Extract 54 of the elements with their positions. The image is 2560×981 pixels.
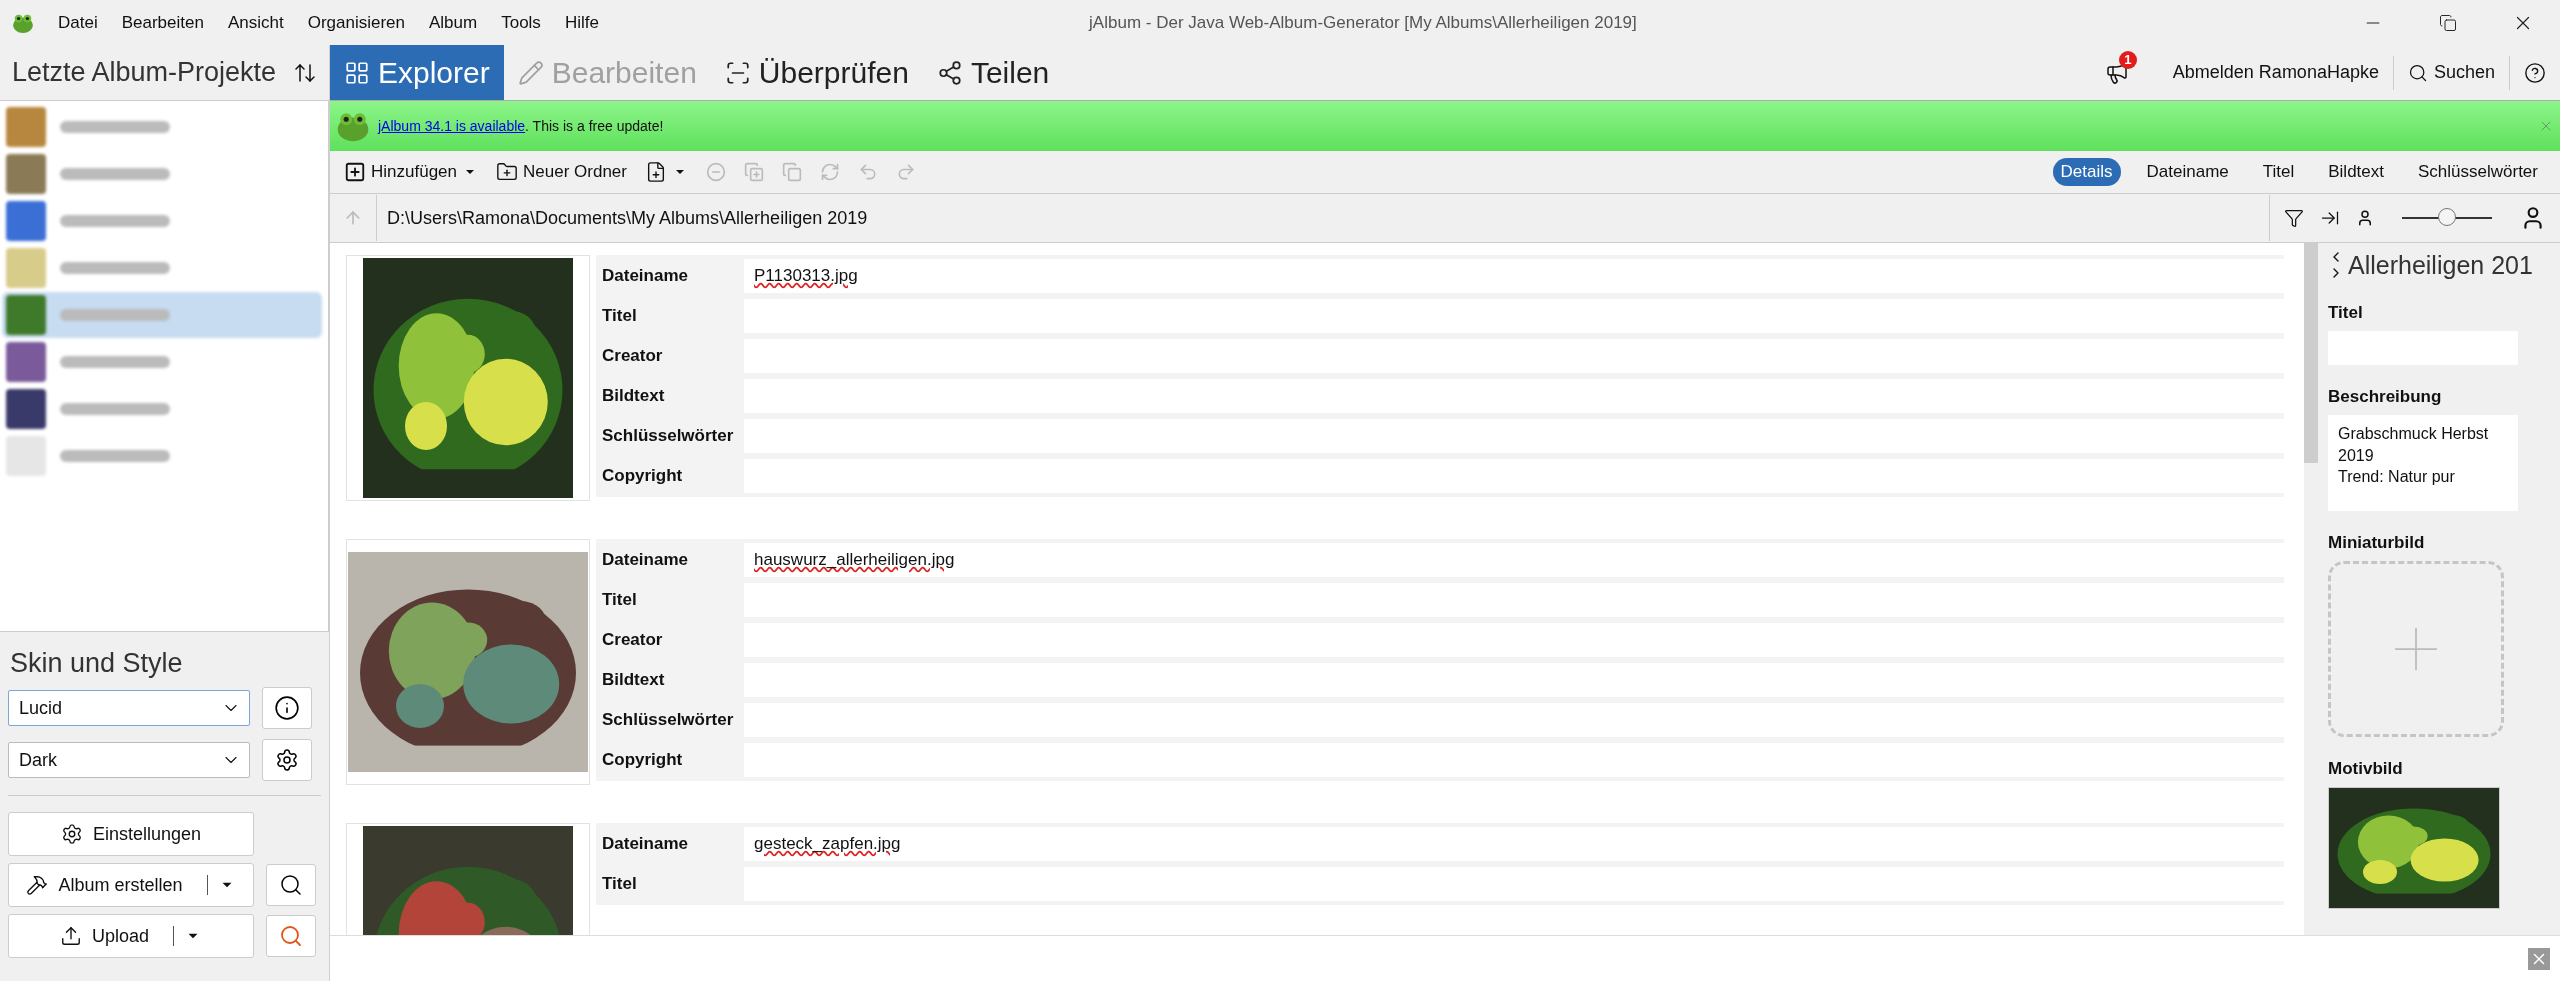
add-button[interactable]: Hinzufügen	[344, 161, 478, 183]
menu-item[interactable]: Ansicht	[215, 12, 296, 33]
input-field[interactable]: hauswurz_allerheiligen.jpg	[744, 543, 2284, 577]
menu-item[interactable]: Organisieren	[295, 12, 417, 33]
path-field[interactable]: D:\Users\Ramona\Documents\My Albums\Allerheiligen 2019	[376, 195, 2270, 241]
field-label: Motivbild	[2328, 759, 2404, 779]
menu-item[interactable]: Album	[417, 12, 490, 33]
field-label: Bildtext	[601, 669, 666, 691]
banner-text: . This is a free update!	[525, 118, 665, 134]
view-mode-tab[interactable]: Details	[2052, 158, 2121, 186]
field-label: Titel	[601, 589, 638, 611]
action-button[interactable]: Einstellungen	[8, 812, 254, 856]
menu-item[interactable]: Hilfe	[552, 12, 611, 33]
panel-title: Allerheiligen 201	[2348, 250, 2533, 280]
field-label: Schlüsselwörter	[601, 425, 735, 447]
tab[interactable]: Explorer	[330, 45, 504, 100]
field-label: Schlüsselwörter	[601, 709, 735, 731]
field-label: Creator	[601, 345, 664, 367]
field-label: Dateiname	[601, 265, 689, 287]
tab[interactable]: Teilen	[922, 45, 1064, 100]
field-label: Creator	[601, 629, 664, 651]
logout-link[interactable]: Abmelden RamonaHapke	[2158, 55, 2394, 90]
description-field[interactable]: Grabschmuck Herbst 2019 Trend: Natur pur	[2328, 415, 2518, 511]
action-button[interactable]: Upload	[8, 914, 254, 958]
field-label: Copyright	[601, 465, 684, 487]
view-mode-tab[interactable]: Titel	[2254, 158, 2303, 186]
menu-item[interactable]: Datei	[46, 12, 110, 33]
style-dropdown[interactable]: Dark	[8, 742, 250, 778]
field-label: Titel	[2328, 303, 2364, 323]
field-label: Dateiname	[601, 549, 689, 571]
input-field[interactable]: P1130313.jpg	[744, 259, 2284, 293]
field-label: Titel	[601, 305, 638, 327]
window-title: jAlbum - Der Java Web-Album-Generator [My Albums\Allerheiligen 2019]	[1087, 12, 1638, 33]
field-label: Beschreibung	[2328, 387, 2443, 407]
menu-item[interactable]: Tools	[489, 12, 553, 33]
new-folder-button[interactable]: Neuer Ordner	[496, 161, 627, 183]
field-label: Dateiname	[601, 833, 689, 855]
skin-dropdown[interactable]: Lucid	[8, 690, 250, 726]
tab[interactable]: Überprüfen	[710, 45, 923, 100]
menu-item[interactable]: Bearbeiten	[109, 12, 216, 33]
view-mode-tab[interactable]: Bildtext	[2320, 158, 2392, 186]
section-title: Skin und Style	[9, 647, 184, 680]
view-mode-tab[interactable]: Schlüsselwörter	[2410, 158, 2546, 186]
action-button[interactable]: Album erstellen	[8, 863, 254, 907]
field-label: Miniaturbild	[2328, 533, 2426, 553]
view-mode-tab[interactable]: Dateiname	[2138, 158, 2237, 186]
input-field[interactable]: gesteck_zapfen.jpg	[744, 827, 2284, 861]
field-label: Copyright	[601, 749, 684, 771]
field-label: Titel	[601, 873, 638, 895]
panel-title: Letzte Album-Projekte	[12, 57, 277, 88]
field-label: Bildtext	[601, 385, 666, 407]
update-link[interactable]: jAlbum 34.1 is available	[378, 118, 526, 134]
search-link[interactable]: Suchen	[2393, 55, 2510, 90]
notification-badge: 1	[2118, 50, 2137, 69]
